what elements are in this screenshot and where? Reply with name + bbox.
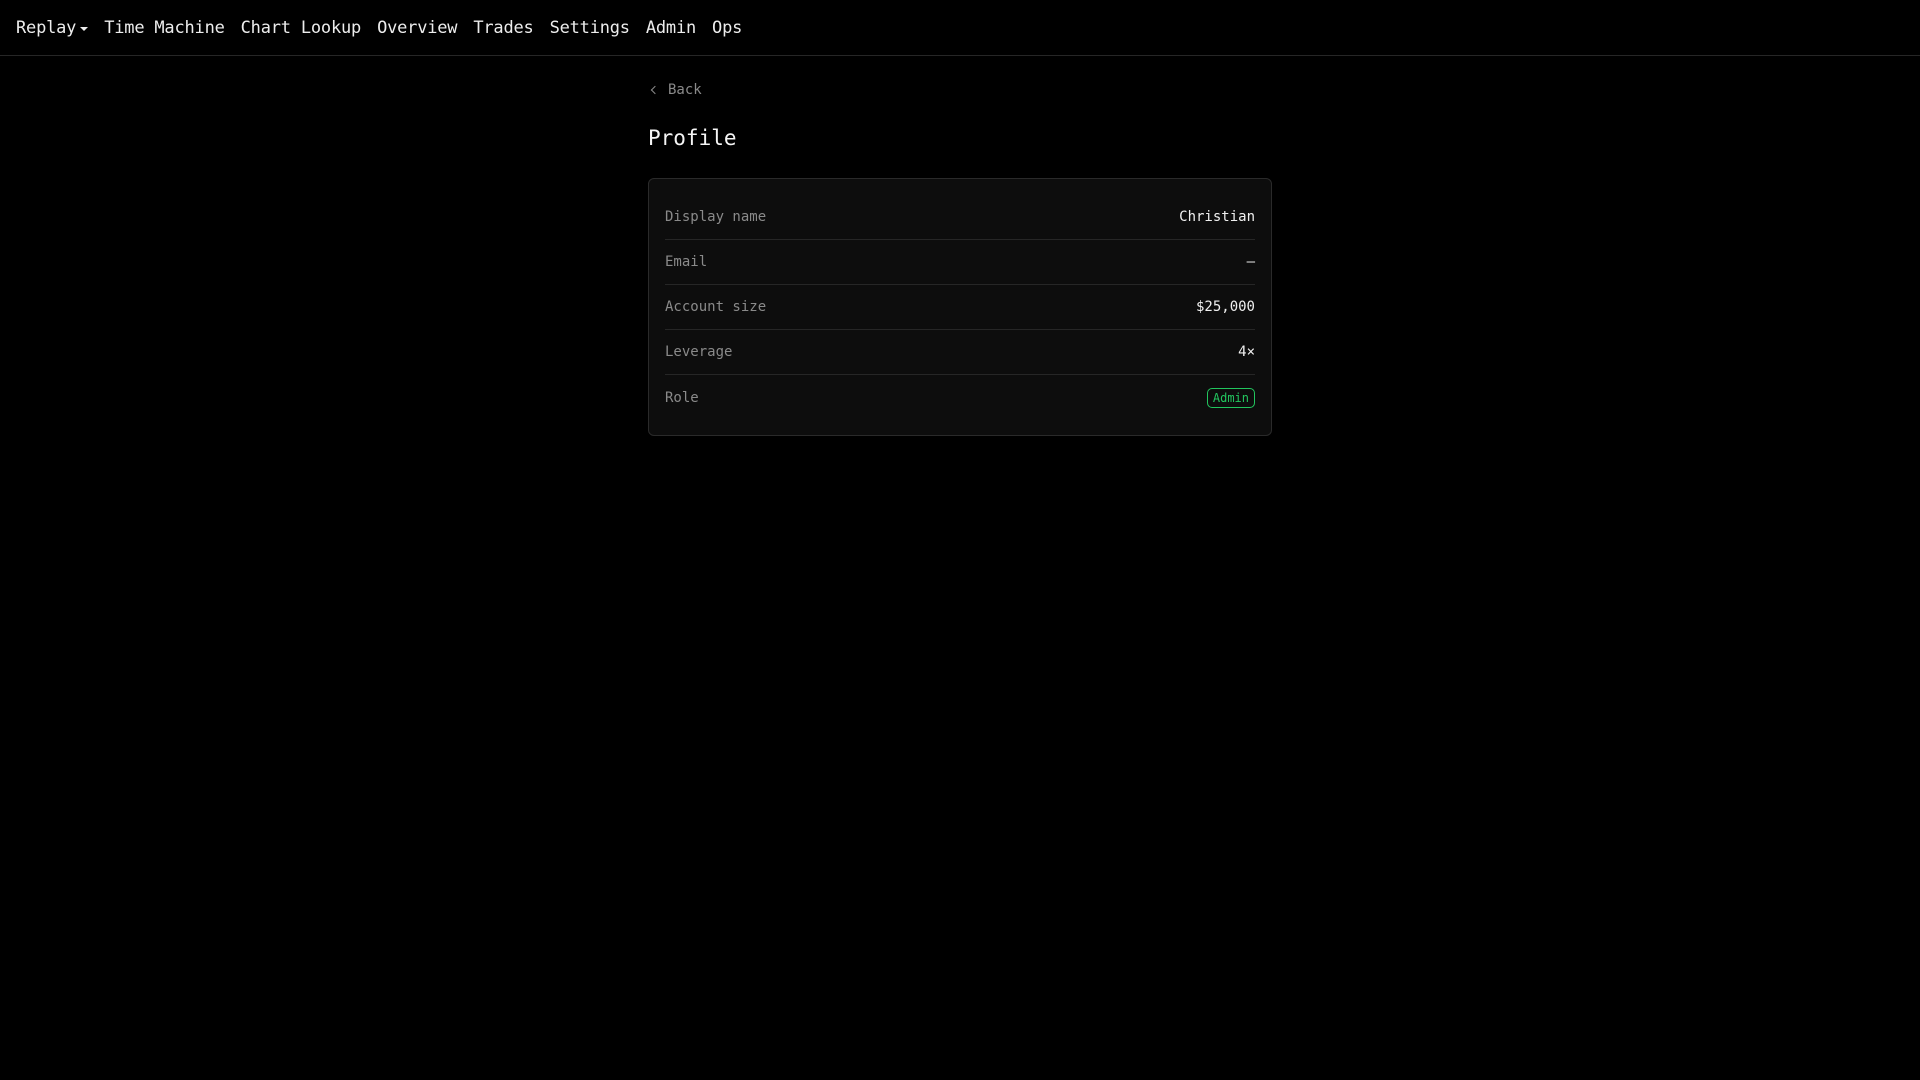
nav-time-machine[interactable]: Time Machine	[104, 18, 225, 38]
nav-replay-dropdown[interactable]: Replay	[16, 17, 89, 38]
profile-row-leverage: Leverage 4×	[665, 330, 1255, 375]
top-nav: Replay Time Machine Chart Lookup Overvie…	[0, 0, 1920, 56]
profile-row-account-size: Account size $25,000	[665, 285, 1255, 330]
email-label: Email	[665, 254, 708, 270]
role-badge: Admin	[1206, 387, 1255, 408]
leverage-value: 4×	[1238, 344, 1255, 360]
chevron-down-icon	[80, 26, 89, 31]
chevron-left-icon	[650, 85, 660, 95]
role-label: Role	[665, 389, 699, 406]
back-label: Back	[668, 82, 702, 98]
profile-card: Display name Christian Email — Account s…	[648, 178, 1272, 436]
nav-trades[interactable]: Trades	[473, 18, 533, 38]
nav-ops[interactable]: Ops	[712, 18, 742, 38]
email-value: —	[1246, 254, 1255, 270]
nav-admin[interactable]: Admin	[646, 18, 696, 38]
account-size-label: Account size	[665, 299, 767, 315]
display-name-value: Christian	[1179, 209, 1255, 225]
nav-replay-label: Replay	[16, 17, 77, 38]
back-link[interactable]: Back	[648, 82, 702, 98]
profile-row-email: Email —	[665, 240, 1255, 285]
nav-chart-lookup[interactable]: Chart Lookup	[241, 18, 362, 38]
account-size-value: $25,000	[1195, 299, 1255, 315]
nav-overview[interactable]: Overview	[377, 18, 457, 38]
page-title: Profile	[648, 126, 737, 150]
profile-row-display-name: Display name Christian	[665, 195, 1255, 240]
display-name-label: Display name	[665, 209, 767, 225]
profile-row-role: Role Admin	[665, 375, 1255, 420]
leverage-label: Leverage	[665, 344, 733, 360]
nav-settings[interactable]: Settings	[550, 18, 630, 38]
